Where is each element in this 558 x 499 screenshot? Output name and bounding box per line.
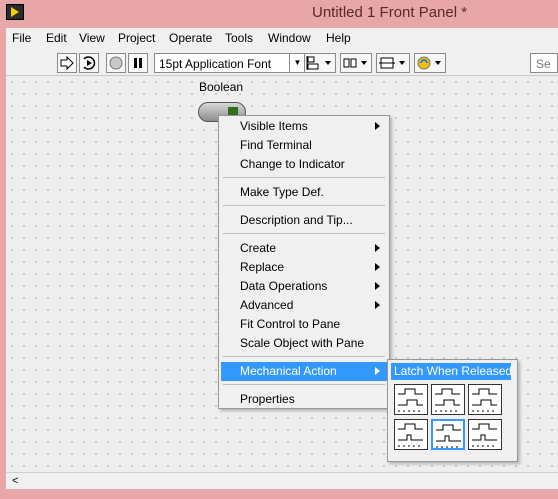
menu-separator [223,233,385,234]
mech-action-latch-until-released-icon[interactable] [468,419,502,450]
reorder-icon[interactable] [414,53,446,73]
font-select[interactable]: 15pt Application Font ▼ [154,53,306,73]
chevron-down-icon: ▼ [289,54,305,72]
align-objects-icon[interactable] [304,53,336,73]
menu-separator [223,384,385,385]
menu-item-visible-items[interactable]: Visible Items [221,117,387,136]
menu-item-fit-control-to-pane[interactable]: Fit Control to Pane [221,315,387,334]
scroll-left-arrow-icon[interactable]: < [12,475,18,487]
menu-separator [223,205,385,206]
run-continuously-icon[interactable] [79,53,99,73]
menu-separator [223,177,385,178]
submenu-arrow-icon [375,282,380,290]
menu-item-change-to-indicator[interactable]: Change to Indicator [221,155,387,174]
menu-edit[interactable]: Edit [46,31,67,45]
submenu-arrow-icon [375,244,380,252]
menu-item-label: Scale Object with Pane [240,336,365,350]
mech-action-switch-when-released-icon[interactable] [431,384,465,415]
menu-item-label: Change to Indicator [240,157,345,171]
menu-help[interactable]: Help [326,31,351,45]
submenu-arrow-icon [375,301,380,309]
menu-tools[interactable]: Tools [225,31,253,45]
submenu-arrow-icon [375,263,380,271]
mech-action-latch-when-pressed-icon[interactable] [394,419,428,450]
menu-item-label: Fit Control to Pane [240,317,341,331]
menu-project[interactable]: Project [118,31,155,45]
menu-item-advanced[interactable]: Advanced [221,296,387,315]
menu-view[interactable]: View [79,31,105,45]
menu-item-label: Find Terminal [240,138,312,152]
pause-icon[interactable] [128,53,148,73]
menu-item-create[interactable]: Create [221,239,387,258]
menu-file[interactable]: File [12,31,31,45]
menu-item-properties[interactable]: Properties [221,390,387,409]
menu-item-label: Make Type Def. [240,185,324,199]
mech-action-latch-when-released-icon[interactable] [431,419,465,450]
menu-item-replace[interactable]: Replace [221,258,387,277]
menu-item-make-type-def[interactable]: Make Type Def. [221,183,387,202]
window-title: Untitled 1 Front Panel * [312,4,468,21]
menu-item-label: Description and Tip... [240,213,353,227]
mech-action-switch-when-pressed-icon[interactable] [394,384,428,415]
menu-item-mechanical-action[interactable]: Mechanical Action [221,362,387,381]
menu-bar: File Edit View Project Operate Tools Win… [6,28,558,48]
boolean-label[interactable]: Boolean [199,80,243,94]
submenu-arrow-icon [375,122,380,130]
title-bar: Untitled 1 Front Panel * [0,0,558,28]
menu-item-label: Visible Items [240,119,308,133]
font-select-value: 15pt Application Font [159,57,272,71]
horizontal-scrollbar[interactable]: < [6,472,558,489]
labview-app-icon[interactable] [6,4,24,20]
submenu-arrow-icon [375,367,380,375]
menu-item-label: Advanced [240,298,294,312]
mechanical-action-submenu: Latch When Released [387,359,518,462]
menu-item-label: Create [240,241,277,255]
run-arrow-icon[interactable] [57,53,77,73]
menu-operate[interactable]: Operate [169,31,212,45]
menu-item-label: Replace [240,260,285,274]
menu-item-label: Mechanical Action [240,364,337,378]
menu-item-find-terminal[interactable]: Find Terminal [221,136,387,155]
window-bottom-border [0,489,558,499]
menu-item-label: Data Operations [240,279,328,293]
menu-item-label: Properties [240,392,295,406]
search-input[interactable]: Se [530,53,558,73]
distribute-objects-icon[interactable] [340,53,372,73]
mech-action-switch-until-released-icon[interactable] [468,384,502,415]
menu-item-description-and-tip[interactable]: Description and Tip... [221,211,387,230]
menu-separator [223,356,385,357]
resize-objects-icon[interactable] [376,53,410,73]
abort-stop-icon[interactable] [106,53,126,73]
search-placeholder: Se [536,57,551,71]
context-menu: Visible Items Find Terminal Change to In… [218,115,390,409]
menu-item-data-operations[interactable]: Data Operations [221,277,387,296]
mechanical-action-tooltip: Latch When Released [391,363,512,380]
menu-window[interactable]: Window [268,31,311,45]
toolbar: 15pt Application Font ▼ Se [6,48,558,76]
menu-item-scale-object-with-pane[interactable]: Scale Object with Pane [221,334,387,353]
